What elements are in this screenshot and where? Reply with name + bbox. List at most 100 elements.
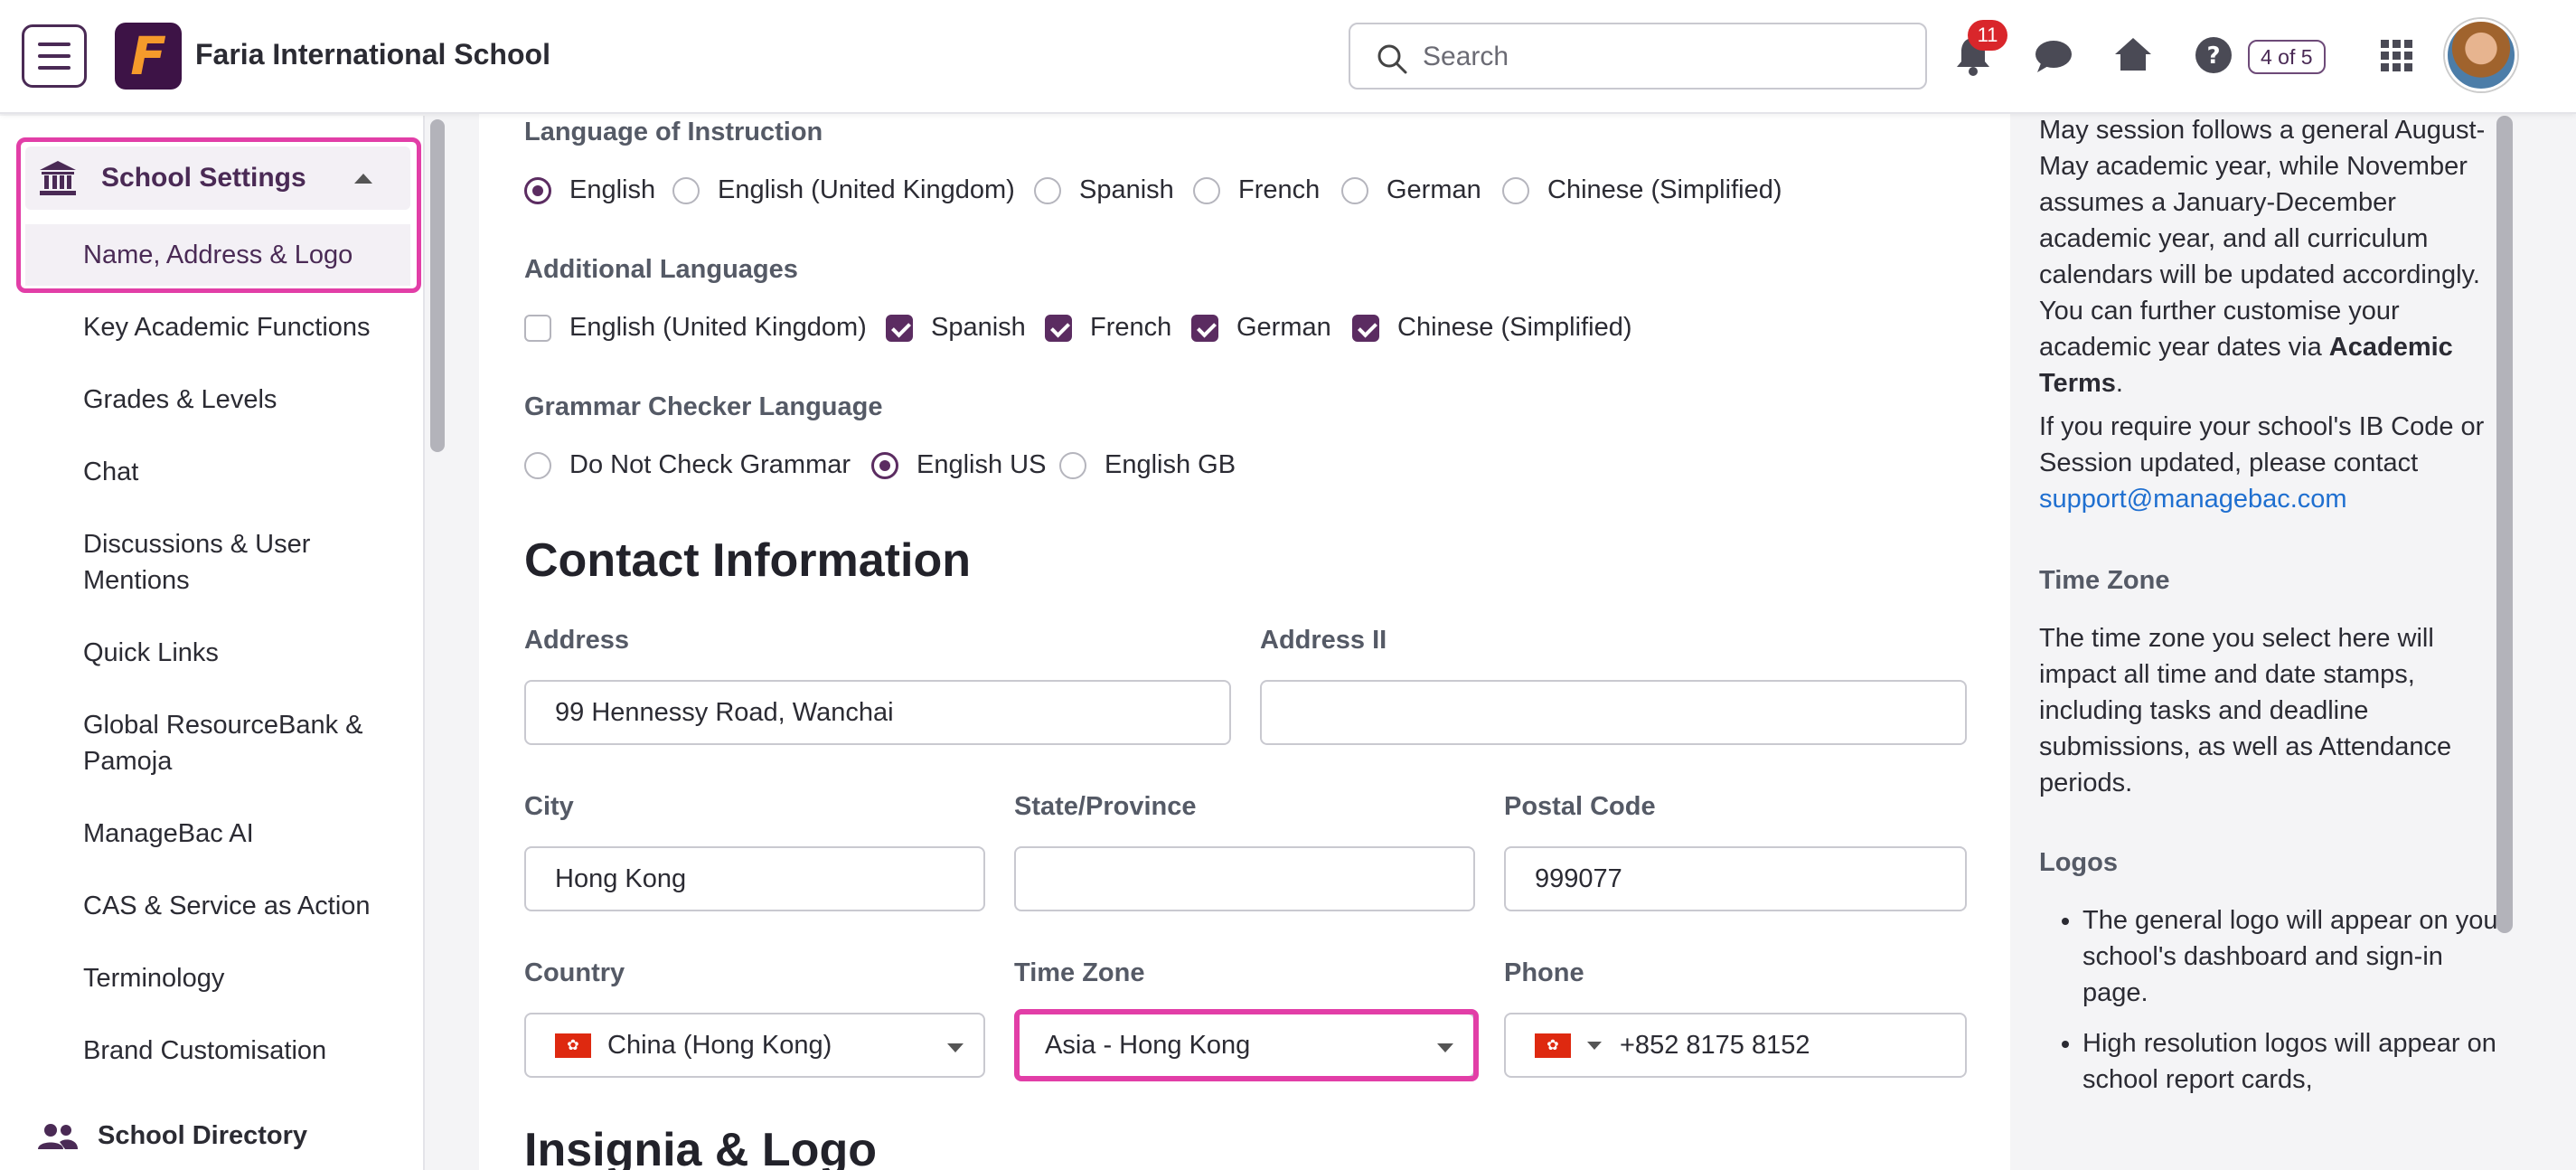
- menu-line: [38, 54, 71, 58]
- checkbox[interactable]: [524, 314, 551, 342]
- radio-english-uk[interactable]: English (United Kingdom): [672, 175, 1015, 205]
- menu-line: [38, 66, 71, 70]
- radio-label: Chinese (Simplified): [1547, 175, 1782, 204]
- radio-button[interactable]: [871, 451, 898, 479]
- radio-label: Do Not Check Grammar: [569, 450, 851, 479]
- country-code-dropdown-icon[interactable]: [1587, 1041, 1602, 1050]
- contact-information-heading: Contact Information: [524, 534, 971, 587]
- support-email-link[interactable]: support@managebac.com: [2039, 485, 2347, 514]
- address-input[interactable]: [524, 680, 1231, 745]
- checkbox-label: English (United Kingdom): [569, 313, 867, 342]
- help-icon[interactable]: ?: [2195, 36, 2233, 74]
- radio-button[interactable]: [1341, 176, 1368, 204]
- postal-code-input[interactable]: [1504, 846, 1967, 911]
- checkbox-french[interactable]: French: [1045, 313, 1171, 343]
- radio-button[interactable]: [672, 176, 700, 204]
- checkbox-chinese-simplified[interactable]: Chinese (Simplified): [1352, 313, 1632, 343]
- hamburger-menu-button[interactable]: [22, 24, 87, 88]
- hong-kong-flag-icon: ✿: [555, 1033, 591, 1058]
- top-bar: F Faria International School 11 ? 4 of 5: [0, 0, 2576, 114]
- radio-button[interactable]: [1034, 176, 1061, 204]
- help-panel: May session follows a general August-May…: [2010, 114, 2576, 1170]
- checkbox-label: French: [1090, 313, 1172, 342]
- sidebar-item-managebac-ai[interactable]: ManageBac AI: [83, 816, 390, 852]
- list-item: The general logo will appear on your sch…: [2082, 902, 2507, 1011]
- country-value: China (Hong Kong): [607, 1030, 832, 1060]
- radio-button[interactable]: [524, 451, 551, 479]
- radio-german[interactable]: German: [1341, 175, 1481, 205]
- sidebar-item-chat[interactable]: Chat: [83, 454, 390, 490]
- svg-text:?: ?: [2206, 42, 2220, 70]
- help-text-ib-code: If you require your school's IB Code or …: [2039, 409, 2509, 517]
- checkbox-spanish[interactable]: Spanish: [886, 313, 1026, 343]
- school-logo[interactable]: F: [115, 23, 182, 90]
- people-icon: [38, 1123, 78, 1149]
- state-province-input[interactable]: [1014, 846, 1475, 911]
- checkbox[interactable]: [1352, 314, 1379, 342]
- list-item: High resolution logos will appear on sch…: [2082, 1025, 2507, 1098]
- logo-letter: F: [130, 25, 166, 87]
- radio-english-us[interactable]: English US: [871, 450, 1046, 480]
- radio-label: English US: [917, 450, 1047, 479]
- checkbox-english-uk[interactable]: English (United Kingdom): [524, 313, 867, 343]
- hong-kong-flag-icon[interactable]: ✿: [1535, 1033, 1571, 1058]
- radio-button[interactable]: [1059, 451, 1086, 479]
- sidebar-item-cas[interactable]: CAS & Service as Action: [83, 888, 390, 924]
- checkbox[interactable]: [1045, 314, 1072, 342]
- help-panel-scrollbar[interactable]: [2496, 116, 2513, 933]
- radio-english-gb[interactable]: English GB: [1059, 450, 1236, 480]
- radio-label: English: [569, 175, 656, 204]
- radio-label: Spanish: [1079, 175, 1174, 204]
- radio-button[interactable]: [1502, 176, 1529, 204]
- radio-button[interactable]: [524, 176, 551, 204]
- sidebar-item-terminology[interactable]: Terminology: [83, 960, 390, 996]
- sidebar-item-key-academic-functions[interactable]: Key Academic Functions: [83, 309, 390, 345]
- home-icon[interactable]: [2113, 36, 2153, 72]
- radio-spanish[interactable]: Spanish: [1034, 175, 1174, 205]
- search-box[interactable]: [1349, 23, 1927, 90]
- search-input[interactable]: [1423, 35, 1911, 79]
- sidebar-item-global-resourcebank[interactable]: Global ResourceBank & Pamoja: [83, 707, 390, 779]
- sidebar-item-brand-customisation[interactable]: Brand Customisation: [83, 1033, 390, 1069]
- help-paragraph: If you require your school's IB Code or …: [2039, 412, 2485, 477]
- sidebar-section-school-directory[interactable]: School Directory: [38, 1121, 307, 1151]
- sidebar-scrollbar[interactable]: [430, 119, 445, 452]
- apps-grid-icon[interactable]: [2381, 40, 2413, 72]
- user-avatar[interactable]: [2445, 19, 2517, 91]
- chat-icon[interactable]: [2034, 38, 2073, 74]
- radio-french[interactable]: French: [1193, 175, 1320, 205]
- additional-languages-label: Additional Languages: [524, 255, 798, 284]
- help-punctuation: .: [2115, 369, 2123, 398]
- city-input[interactable]: [524, 846, 985, 911]
- grammar-checker-label: Grammar Checker Language: [524, 392, 883, 421]
- sidebar-item-discussions[interactable]: Discussions & User Mentions: [83, 526, 390, 599]
- radio-button[interactable]: [1193, 176, 1220, 204]
- sidebar-item-quick-links[interactable]: Quick Links: [83, 635, 390, 671]
- city-label: City: [524, 792, 574, 821]
- radio-label: English GB: [1105, 450, 1236, 479]
- address-ii-label: Address II: [1260, 626, 1387, 655]
- address-ii-input[interactable]: [1260, 680, 1967, 745]
- checkbox[interactable]: [886, 314, 913, 342]
- phone-value[interactable]: +852 8175 8152: [1620, 1031, 1810, 1061]
- radio-english[interactable]: English: [524, 175, 655, 205]
- help-logos-heading: Logos: [2039, 848, 2118, 877]
- radio-chinese-simplified[interactable]: Chinese (Simplified): [1502, 175, 1782, 205]
- page-counter-badge[interactable]: 4 of 5: [2248, 40, 2326, 74]
- highlight-school-settings: [16, 137, 421, 293]
- sidebar-item-grades-levels[interactable]: Grades & Levels: [83, 382, 390, 418]
- highlight-time-zone: [1014, 1009, 1479, 1081]
- country-label: Country: [524, 958, 625, 987]
- address-label: Address: [524, 626, 630, 655]
- checkbox-label: German: [1236, 313, 1331, 342]
- checkbox-label: Spanish: [931, 313, 1026, 342]
- checkbox-german[interactable]: German: [1191, 313, 1331, 343]
- country-select[interactable]: ✿ China (Hong Kong): [524, 1013, 985, 1078]
- checkbox[interactable]: [1191, 314, 1218, 342]
- radio-do-not-check[interactable]: Do Not Check Grammar: [524, 450, 851, 480]
- school-name[interactable]: Faria International School: [195, 38, 550, 71]
- postal-code-label: Postal Code: [1504, 792, 1656, 821]
- help-time-zone-heading: Time Zone: [2039, 566, 2170, 595]
- state-province-label: State/Province: [1014, 792, 1197, 821]
- phone-field[interactable]: ✿ +852 8175 8152: [1504, 1013, 1967, 1078]
